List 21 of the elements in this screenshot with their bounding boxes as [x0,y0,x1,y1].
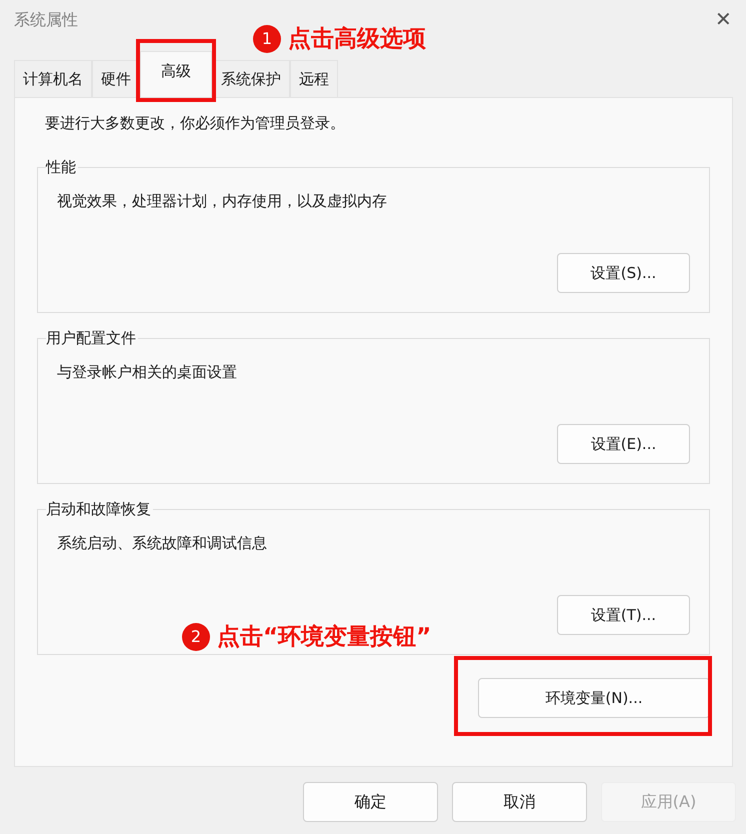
annotation-text: 点击“环境变量按钮” [217,623,432,652]
group-description: 系统启动、系统故障和调试信息 [57,534,268,553]
tab[interactable]: 计算机名 [14,60,92,97]
dialog-button[interactable]: 取消 [452,782,587,822]
close-button[interactable]: ✕ [715,10,732,30]
window-title: 系统属性 [14,10,78,30]
group-description: 视觉效果，处理器计划，内存使用，以及虚拟内存 [57,192,388,211]
group-title: 性能 [46,158,78,177]
settings-button[interactable]: 设置(S)... [557,253,690,293]
dialog-button[interactable]: 确定 [303,782,438,822]
tab[interactable]: 高级 [140,51,212,97]
step-number: 1 [253,24,281,52]
annotation-text: 点击高级选项 [288,25,426,54]
settings-button[interactable]: 设置(E)... [557,424,690,464]
environment-variables-button[interactable]: 环境变量(N)... [478,678,710,718]
settings-button[interactable]: 设置(T)... [557,595,690,635]
group-title: 启动和故障恢复 [46,500,153,519]
group-title: 用户配置文件 [46,329,138,348]
tab[interactable]: 远程 [290,60,338,97]
notice-text: 要进行大多数更改，你必须作为管理员登录。 [45,114,346,134]
group-description: 与登录帐户相关的桌面设置 [57,363,238,382]
